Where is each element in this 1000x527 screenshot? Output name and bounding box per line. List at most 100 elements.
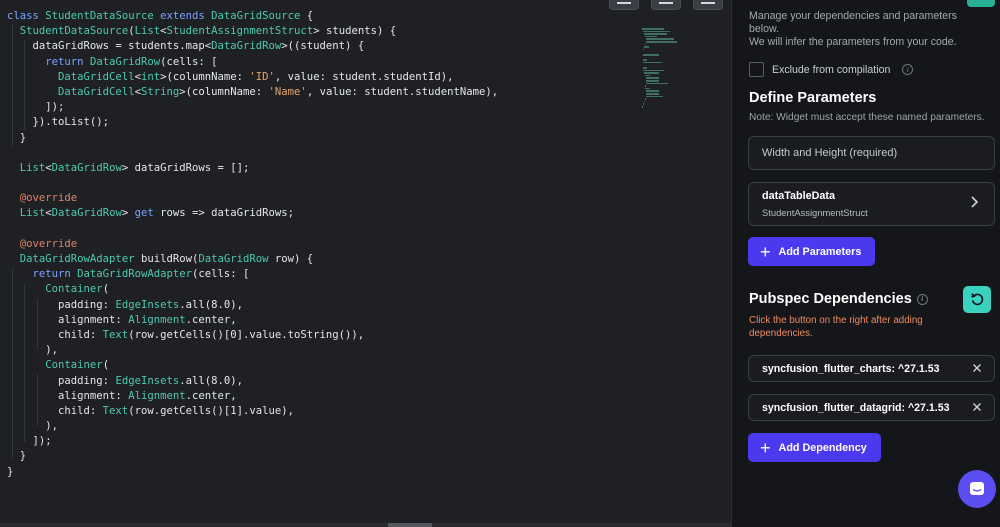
info-icon[interactable]: i <box>916 293 928 305</box>
add-dependency-button[interactable]: + Add Dependency <box>748 433 881 462</box>
code-token: .all(8.0), <box>179 374 243 387</box>
code-line[interactable]: Container( <box>7 358 498 373</box>
code-line[interactable]: return DataGridRowAdapter(cells: [ <box>7 267 498 282</box>
code-token: ( <box>102 359 110 372</box>
minimap-line <box>645 85 646 87</box>
minimap-line <box>644 33 668 35</box>
minimap-line <box>646 93 659 95</box>
code-line[interactable]: return DataGridRow(cells: [ <box>7 55 498 70</box>
exclude-checkbox[interactable] <box>749 62 764 77</box>
horizontal-scrollbar[interactable] <box>0 523 731 527</box>
format-icon[interactable] <box>651 0 681 10</box>
code-line[interactable]: StudentDataSource(List<StudentAssignment… <box>7 24 498 39</box>
editor-toolbar <box>609 0 723 10</box>
code-line[interactable]: child: Text(row.getCells()[1].value), <box>7 404 498 419</box>
code-minimap[interactable] <box>642 28 686 108</box>
code-line[interactable]: class StudentDataSource extends DataGrid… <box>7 9 498 24</box>
code-token: }).toList(); <box>7 116 110 129</box>
code-token: List <box>19 161 46 174</box>
add-parameters-button[interactable]: + Add Parameters <box>748 237 875 266</box>
code-token: DataGridRow <box>198 253 269 265</box>
code-token: } <box>7 465 14 478</box>
add-parameters-label: Add Parameters <box>778 245 862 258</box>
code-token: >((student) { <box>281 40 365 53</box>
code-line[interactable]: ), <box>7 419 498 434</box>
code-token: 'ID' <box>249 70 275 83</box>
code-line[interactable] <box>7 176 498 191</box>
code-line[interactable]: @override <box>7 191 498 206</box>
code-line[interactable]: } <box>7 449 498 464</box>
code-token: } <box>7 450 27 463</box>
info-icon[interactable]: i <box>902 64 914 75</box>
code-line[interactable] <box>7 222 498 237</box>
code-token: .center, <box>185 313 237 326</box>
code-token: Alignment <box>128 313 186 326</box>
minimap-line <box>645 35 658 38</box>
code-token: Alignment <box>128 389 186 402</box>
minimap-line <box>645 98 646 100</box>
parameter-card[interactable]: dataTableData StudentAssignmentStruct <box>748 182 995 226</box>
code-token: , value: student.studentId), <box>274 70 454 83</box>
code-content[interactable]: class StudentDataSource extends DataGrid… <box>7 9 498 480</box>
minimap-line <box>646 90 660 92</box>
code-token: DataGridRowAdapter <box>77 268 192 281</box>
code-line[interactable]: Container( <box>7 282 498 297</box>
minimap-line <box>643 61 663 64</box>
code-line[interactable]: DataGridCell<int>(columnName: 'ID', valu… <box>7 70 498 85</box>
code-token: >(columnName: <box>160 70 250 83</box>
code-token: > students) { <box>313 25 397 38</box>
dependencies-panel: Manage your dependencies and parameters … <box>731 0 1000 527</box>
pubspec-warning: Click the button on the right after addi… <box>749 315 923 339</box>
width-height-field[interactable]: Width and Height (required) <box>748 136 995 170</box>
code-line[interactable]: @override <box>7 237 498 252</box>
code-line[interactable]: ]); <box>7 434 498 449</box>
scrollbar-thumb[interactable] <box>388 523 432 527</box>
minimap-line <box>646 82 668 85</box>
top-action-button[interactable] <box>967 0 995 7</box>
pubspec-title: Pubspec Dependencies i <box>749 291 928 307</box>
code-token: child: <box>7 404 103 417</box>
code-line[interactable]: DataGridRowAdapter buildRow(DataGridRow … <box>7 252 498 267</box>
code-line[interactable]: List<DataGridRow> dataGridRows = []; <box>7 161 498 176</box>
code-token: alignment: <box>7 389 129 402</box>
code-line[interactable]: alignment: Alignment.center, <box>7 389 498 404</box>
code-line[interactable]: List<DataGridRow> get rows => dataGridRo… <box>7 206 498 221</box>
refresh-dependencies-button[interactable] <box>963 286 991 313</box>
code-token: Text <box>102 328 129 341</box>
code-token: List <box>19 207 46 220</box>
menu-icon[interactable] <box>693 0 723 10</box>
close-icon[interactable] <box>972 402 982 412</box>
collapse-icon[interactable] <box>609 0 639 10</box>
minimap-line <box>643 30 670 33</box>
code-line[interactable] <box>7 146 498 161</box>
code-token: > dataGridRows = []; <box>121 161 250 174</box>
code-token: ), <box>7 344 59 357</box>
code-line[interactable]: } <box>7 131 498 146</box>
chat-icon <box>970 482 984 495</box>
code-token: List <box>134 25 161 38</box>
code-line[interactable]: padding: EdgeInsets.all(8.0), <box>7 374 498 389</box>
code-line[interactable]: }).toList(); <box>7 115 498 130</box>
refresh-icon <box>970 293 983 306</box>
minimap-line <box>644 46 650 48</box>
close-icon[interactable] <box>972 363 982 373</box>
code-token: >(columnName: <box>179 85 269 98</box>
code-token: (row.getCells()[0].value.toString()), <box>128 328 365 341</box>
code-token: Container <box>45 359 103 372</box>
code-line[interactable]: DataGridCell<String>(columnName: 'Name',… <box>7 85 498 100</box>
code-line[interactable]: child: Text(row.getCells()[0].value.toSt… <box>7 328 498 343</box>
code-line[interactable]: ]); <box>7 100 498 115</box>
code-line[interactable]: ), <box>7 343 498 358</box>
code-editor[interactable]: class StudentDataSource extends DataGrid… <box>0 0 731 527</box>
code-line[interactable]: dataGridRows = students.map<DataGridRow>… <box>7 39 498 54</box>
code-line[interactable]: } <box>7 465 498 480</box>
code-line[interactable]: padding: EdgeInsets.all(8.0), <box>7 298 498 313</box>
chat-support-button[interactable] <box>958 470 996 508</box>
code-token: @override <box>19 192 78 205</box>
code-line[interactable]: alignment: Alignment.center, <box>7 313 498 328</box>
